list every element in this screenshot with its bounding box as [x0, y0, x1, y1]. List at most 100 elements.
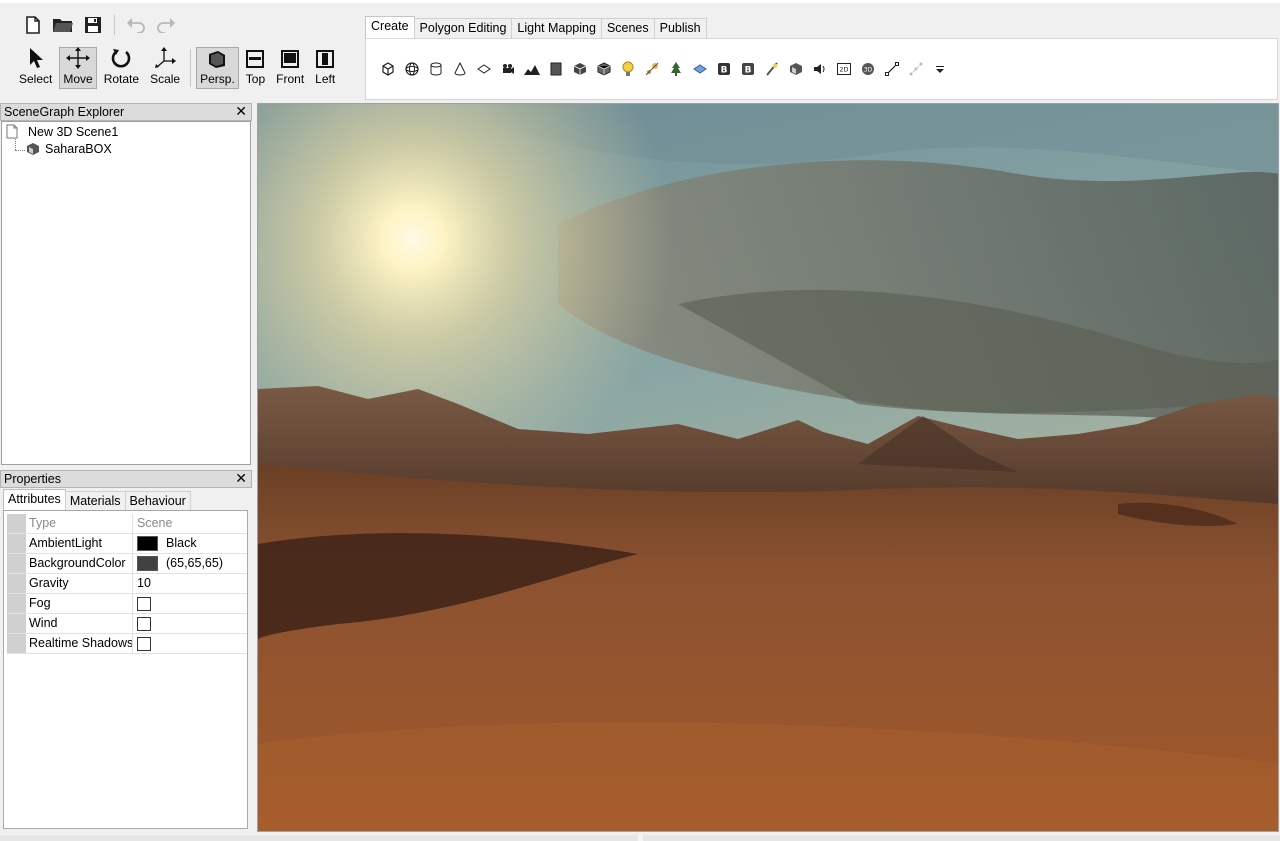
move-tool-label: Move	[63, 72, 93, 86]
tab-publish[interactable]: Publish	[653, 18, 707, 38]
properties-title: Properties	[4, 472, 61, 486]
tab-scenes[interactable]: Scenes	[600, 18, 655, 38]
tree-item-saharabox[interactable]: SaharaBOX	[26, 142, 112, 156]
property-value[interactable]: Black	[133, 534, 247, 553]
property-row-fog[interactable]: Fog	[7, 594, 247, 614]
top-view-button[interactable]: Top	[242, 47, 269, 89]
gravity-input[interactable]: 10	[133, 574, 247, 593]
perspective-view-icon	[207, 48, 227, 69]
property-value[interactable]: (65,65,65)	[133, 554, 247, 573]
svg-text:3D: 3D	[864, 67, 873, 74]
left-view-label: Left	[315, 72, 336, 86]
grass-icon[interactable]	[760, 57, 784, 81]
line-path-icon[interactable]	[880, 57, 904, 81]
property-name: Wind	[26, 614, 133, 633]
property-row-ambientlight[interactable]: AmbientLight Black	[7, 534, 247, 554]
redo-icon[interactable]	[151, 12, 181, 38]
overlay-3d-icon[interactable]: 3D	[856, 57, 880, 81]
light-bulb-icon[interactable]	[616, 57, 640, 81]
perspective-view-button[interactable]: Persp.	[196, 47, 239, 89]
property-value	[133, 614, 247, 633]
svg-text:B: B	[721, 66, 728, 76]
3d-viewport[interactable]	[257, 103, 1279, 832]
move-tool-button[interactable]: Move	[59, 47, 97, 89]
tab-behaviour[interactable]: Behaviour	[124, 491, 191, 510]
ribbon: Create Polygon Editing Light Mapping Sce…	[365, 16, 1278, 100]
mesh-icon[interactable]	[592, 57, 616, 81]
more-dropdown-icon[interactable]	[928, 57, 952, 81]
property-row-type: Type Scene	[7, 514, 247, 534]
property-row-wind[interactable]: Wind	[7, 614, 247, 634]
cursor-arrow-icon	[28, 47, 44, 69]
tab-polygon-editing[interactable]: Polygon Editing	[413, 18, 513, 38]
open-folder-icon[interactable]	[48, 12, 78, 38]
property-name: BackgroundColor	[26, 554, 133, 573]
billboard-icon[interactable]	[544, 57, 568, 81]
quick-access-toolbar	[18, 11, 181, 39]
color-value-text: Black	[166, 536, 197, 550]
color-value-text: (65,65,65)	[166, 556, 223, 570]
tree-connector	[15, 139, 16, 150]
fog-checkbox[interactable]	[137, 596, 151, 611]
sphere-icon[interactable]	[400, 57, 424, 81]
property-name: Fog	[26, 594, 133, 613]
realtime-shadows-checkbox[interactable]	[137, 636, 151, 651]
property-row-backgroundcolor[interactable]: BackgroundColor (65,65,65)	[7, 554, 247, 574]
tree-item-label: New 3D Scene1	[28, 124, 119, 139]
top-view-label: Top	[245, 72, 266, 86]
property-table: Type Scene AmbientLight Black Background…	[7, 514, 247, 654]
save-disk-icon[interactable]	[78, 12, 108, 38]
path-nodes-icon[interactable]	[904, 57, 928, 81]
new-file-icon[interactable]	[18, 12, 48, 38]
property-row-gravity[interactable]: Gravity 10	[7, 574, 247, 594]
tree-item-label: SaharaBOX	[45, 142, 112, 156]
row-gutter	[7, 614, 26, 633]
rotate-tool-button[interactable]: Rotate	[100, 47, 143, 89]
property-value	[133, 634, 247, 653]
left-view-button[interactable]: Left	[311, 47, 339, 89]
scenegraph-title: SceneGraph Explorer	[4, 105, 125, 119]
properties-grid: Type Scene AmbientLight Black Background…	[3, 510, 248, 829]
tree-connector	[15, 150, 25, 151]
status-bar-divider	[638, 835, 643, 841]
wind-checkbox[interactable]	[137, 616, 151, 631]
terrain-icon[interactable]	[520, 57, 544, 81]
svg-text:B: B	[745, 66, 752, 76]
particle-icon[interactable]	[640, 57, 664, 81]
property-value: Scene	[137, 516, 173, 530]
row-gutter	[7, 514, 26, 533]
undo-icon[interactable]	[121, 12, 151, 38]
property-row-realtime-shadows[interactable]: Realtime Shadows	[7, 634, 247, 654]
tab-materials[interactable]: Materials	[64, 491, 126, 510]
color-swatch[interactable]	[137, 536, 158, 551]
close-icon[interactable]: ✕	[235, 104, 247, 119]
behaviour-b2-icon[interactable]: B	[736, 57, 760, 81]
water-plane-icon[interactable]	[688, 57, 712, 81]
cube-icon[interactable]	[376, 57, 400, 81]
move-arrows-icon	[66, 47, 91, 69]
cone-icon[interactable]	[448, 57, 472, 81]
skybox-icon[interactable]	[784, 57, 808, 81]
tab-attributes[interactable]: Attributes	[3, 489, 66, 510]
scale-tool-button[interactable]: Scale	[146, 47, 184, 89]
main-toolbar: Select Move Rotate Scale Persp. Top Fron…	[0, 0, 1280, 103]
camera-icon[interactable]	[496, 57, 520, 81]
tab-create[interactable]: Create	[365, 16, 415, 38]
close-icon[interactable]: ✕	[235, 471, 247, 486]
sound-speaker-icon[interactable]	[808, 57, 832, 81]
tab-light-mapping[interactable]: Light Mapping	[511, 18, 602, 38]
property-value	[133, 594, 247, 613]
desert-scene-render	[258, 104, 1278, 831]
ribbon-tabs: Create Polygon Editing Light Mapping Sce…	[365, 16, 1278, 38]
overlay-2d-icon[interactable]: 2D	[832, 57, 856, 81]
tree-icon[interactable]	[664, 57, 688, 81]
color-swatch[interactable]	[137, 556, 158, 571]
cylinder-icon[interactable]	[424, 57, 448, 81]
toolbar-separator	[190, 49, 192, 87]
box-solid-icon[interactable]	[568, 57, 592, 81]
behaviour-b-icon[interactable]: B	[712, 57, 736, 81]
plane-icon[interactable]	[472, 57, 496, 81]
front-view-button[interactable]: Front	[272, 47, 308, 89]
select-tool-button[interactable]: Select	[15, 47, 56, 89]
tree-item-scene[interactable]: New 3D Scene1	[6, 124, 118, 139]
